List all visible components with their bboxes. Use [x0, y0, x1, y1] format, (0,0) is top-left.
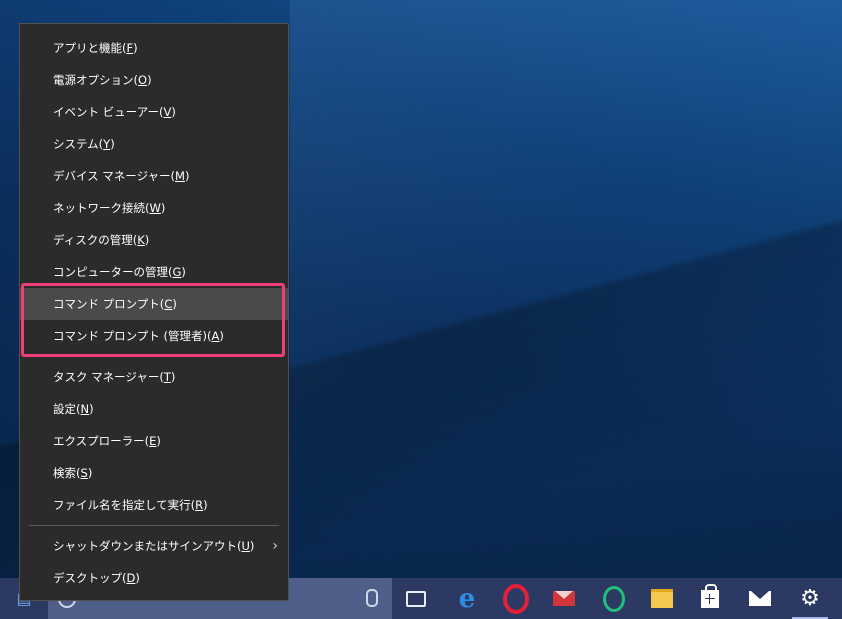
- menu-separator: [29, 525, 279, 526]
- opera-browser-icon: [503, 583, 529, 614]
- menu-item-command-prompt-admin[interactable]: コマンド プロンプト (管理者)(A): [20, 320, 288, 352]
- menu-item-search[interactable]: 検索(S): [20, 457, 288, 489]
- menu-item-network-connections[interactable]: ネットワーク接続(W): [20, 192, 288, 224]
- menu-item-apps-features[interactable]: アプリと機能(F): [20, 32, 288, 64]
- envelope-icon: [749, 591, 771, 606]
- task-view-icon: [406, 590, 426, 607]
- green-ring-app-icon: [603, 585, 625, 612]
- menu-item-file-explorer[interactable]: エクスプローラー(E): [20, 425, 288, 457]
- mail-taskbar-button[interactable]: [736, 578, 784, 619]
- menu-item-power-options[interactable]: 電源オプション(O): [20, 64, 288, 96]
- menu-item-run[interactable]: ファイル名を指定して実行(R): [20, 489, 288, 521]
- menu-item-command-prompt[interactable]: コマンド プロンプト(C): [20, 288, 288, 320]
- gmail-icon: [553, 591, 575, 606]
- green-ring-taskbar-button[interactable]: [590, 578, 638, 619]
- microphone-icon[interactable]: [366, 589, 378, 607]
- store-bag-icon: [701, 583, 719, 608]
- settings-taskbar-button[interactable]: ⚙: [786, 578, 834, 619]
- winx-context-menu: アプリと機能(F) 電源オプション(O) イベント ビューアー(V) システム(…: [19, 23, 289, 601]
- menu-item-shutdown-signout[interactable]: シャットダウンまたはサインアウト(U) ›: [20, 530, 288, 562]
- menu-item-system[interactable]: システム(Y): [20, 128, 288, 160]
- store-taskbar-button[interactable]: [686, 578, 734, 619]
- edge-taskbar-button[interactable]: e: [443, 578, 491, 619]
- opera-taskbar-button[interactable]: [492, 578, 540, 619]
- chevron-right-icon: ›: [272, 538, 278, 554]
- menu-item-task-manager[interactable]: タスク マネージャー(T): [20, 361, 288, 393]
- menu-item-computer-management[interactable]: コンピューターの管理(G): [20, 256, 288, 288]
- gear-icon: ⚙: [800, 586, 820, 611]
- menu-item-settings[interactable]: 設定(N): [20, 393, 288, 425]
- menu-item-desktop[interactable]: デスクトップ(D): [20, 562, 288, 594]
- menu-item-disk-management[interactable]: ディスクの管理(K): [20, 224, 288, 256]
- menu-item-device-manager[interactable]: デバイス マネージャー(M): [20, 160, 288, 192]
- menu-item-event-viewer[interactable]: イベント ビューアー(V): [20, 96, 288, 128]
- mail-red-taskbar-button[interactable]: [540, 578, 588, 619]
- folder-icon: [651, 589, 673, 608]
- task-view-button[interactable]: [392, 578, 440, 619]
- file-explorer-taskbar-button[interactable]: [638, 578, 686, 619]
- edge-browser-icon: e: [458, 583, 476, 614]
